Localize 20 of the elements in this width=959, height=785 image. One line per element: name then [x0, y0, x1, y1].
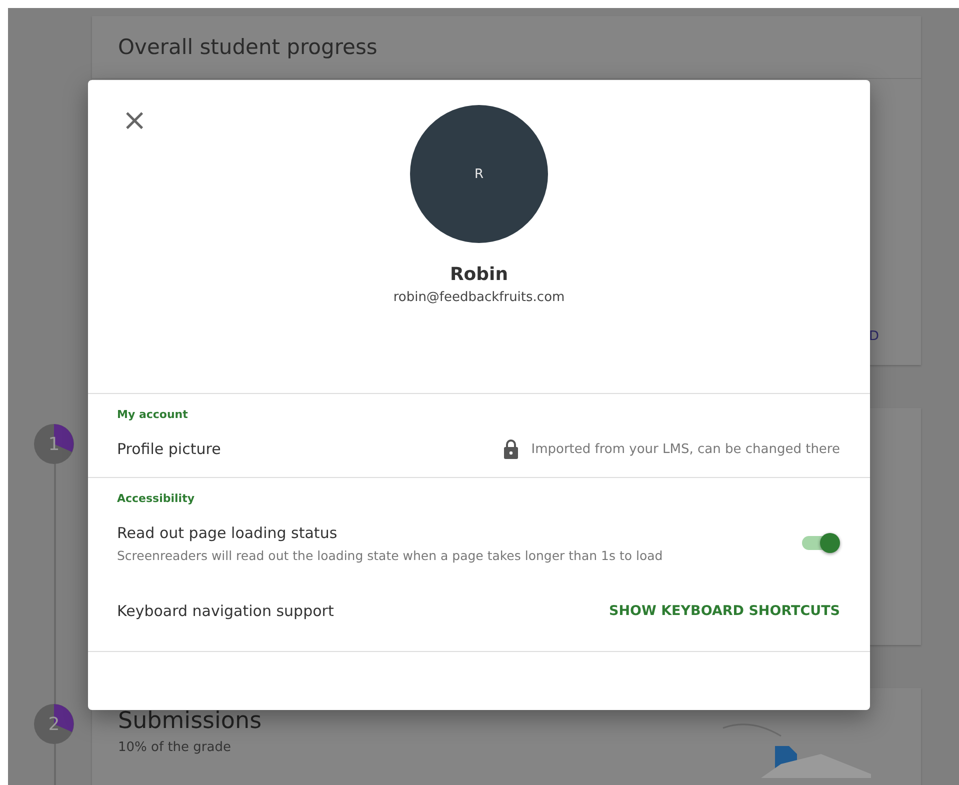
user-name: Robin: [450, 264, 508, 285]
step-badge: 1: [34, 424, 74, 464]
setting-label: Read out page loading status: [117, 524, 338, 542]
card-title: Submissions: [118, 708, 262, 734]
setting-label: Profile picture: [117, 440, 221, 458]
step-badge: 2: [34, 704, 74, 744]
lock-icon: [503, 439, 520, 459]
section-heading: Accessibility: [117, 491, 196, 505]
card-subtitle: 10% of the grade: [118, 740, 232, 755]
shortcuts-button[interactable]: SHOW KEYBOARD SHORTCUTS: [609, 599, 840, 623]
section-heading: My account: [117, 407, 189, 421]
setting-label: Keyboard navigation support: [117, 602, 334, 620]
user-email: robin@feedbackfruits.com: [393, 290, 565, 305]
toggle-switch[interactable]: [802, 536, 838, 550]
card-title: Overall student progress: [118, 35, 378, 59]
setting-description: Screenreaders will read out the loading state when a page takes longer than 1s to load: [117, 548, 663, 562]
close-button[interactable]: ×: [118, 106, 152, 136]
info-note: Imported from your LMS, can be changed there: [531, 442, 840, 456]
link[interactable]: D: [868, 329, 879, 344]
avatar: R: [410, 105, 548, 243]
